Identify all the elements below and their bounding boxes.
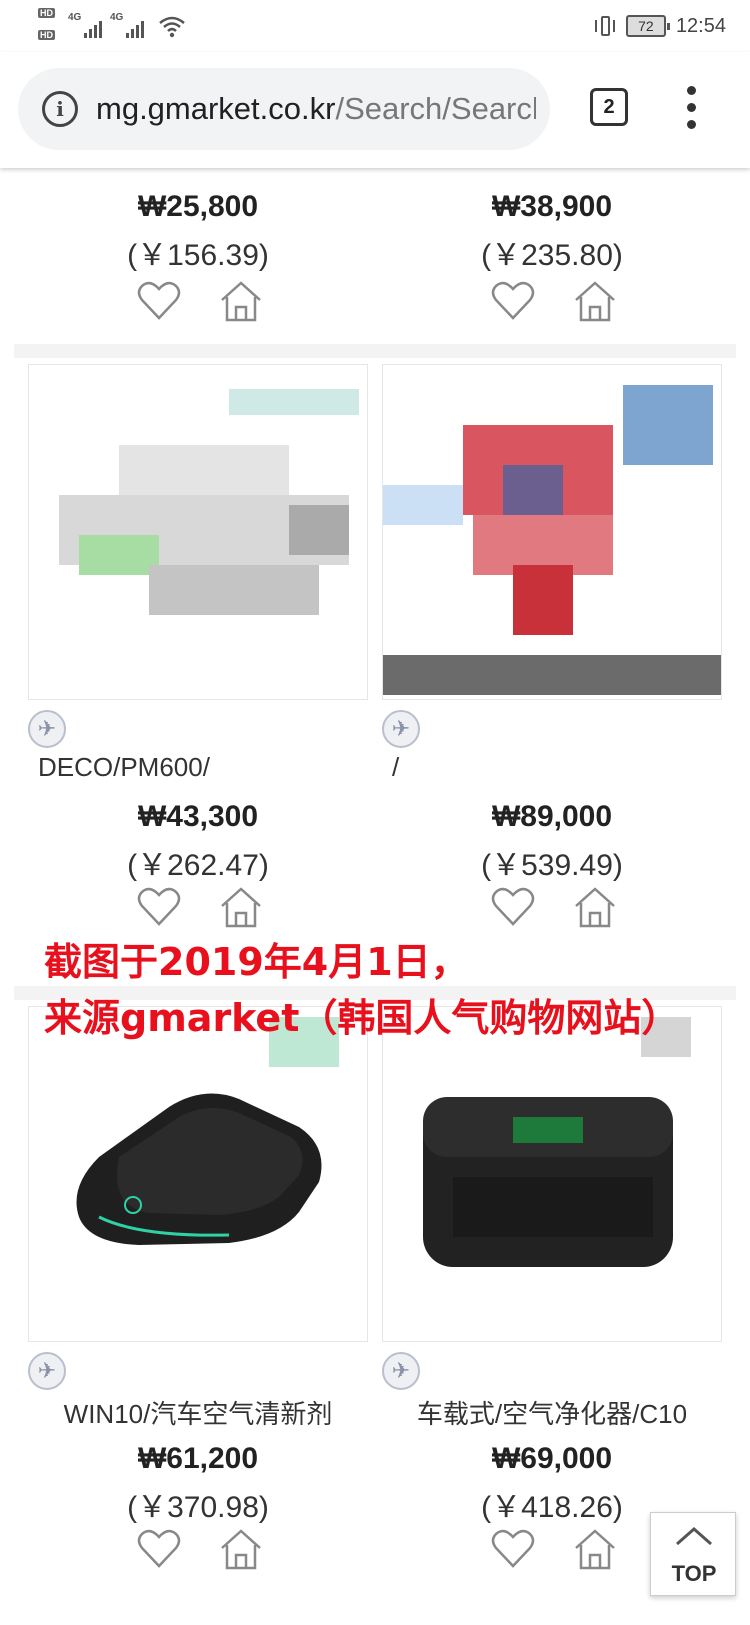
search-results: ₩25,800 (￥156.39) ₩38,900 (￥235.80) ✈ DE… [0,168,750,1625]
shop-icon[interactable] [218,1526,264,1572]
product-image[interactable] [28,1006,368,1342]
product-image[interactable] [28,364,368,700]
product-price-cny: (￥235.80) [481,239,623,272]
url-host: mg.gmarket.co.kr [96,91,336,126]
url-text[interactable]: mg.gmarket.co.kr/Search/Search [96,88,536,130]
product-title: WIN10/汽车空气清新剂 [63,1399,333,1429]
top-button-label: TOP [671,1561,717,1586]
product-price: ₩43,300 [137,800,259,833]
row-separator [14,344,736,358]
product-price-cny: (￥262.47) [127,849,269,882]
shop-icon[interactable] [218,884,264,930]
product-price: ₩38,900 [491,190,613,223]
product-price-cny: (￥370.98) [127,1491,269,1524]
heart-icon[interactable] [490,1526,536,1572]
overseas-shipping-icon: ✈ [28,710,66,748]
hd-1-icon: HD [38,8,55,18]
shop-icon[interactable] [572,884,618,930]
heart-icon[interactable] [490,884,536,930]
hd-2-icon: HD [38,30,55,40]
wifi-icon [159,16,185,38]
signal-bars-2-icon [126,18,148,38]
site-info-icon[interactable]: i [42,91,78,127]
overseas-shipping-icon: ✈ [382,1352,420,1390]
product-title: DECO/PM600/ [38,752,210,782]
url-path: /Search/Search [335,91,536,126]
signal-indicators: HD HD 4G 4G [38,8,188,48]
product-price: ₩61,200 [137,1442,259,1475]
tab-switcher-button[interactable]: 2 [590,88,628,126]
network-type-2: 4G [110,12,124,23]
product-price: ₩25,800 [137,190,259,223]
product-title: 车载式/空气净化器/C10 [416,1399,688,1429]
air-freshener-device-image [76,1093,322,1245]
shop-icon[interactable] [572,1526,618,1572]
product-price: ₩89,000 [491,800,613,833]
product-image[interactable] [382,364,722,700]
product-price-cny: (￥156.39) [127,239,269,272]
overseas-shipping-icon: ✈ [28,1352,66,1390]
caption-line-2: 来源gmarket（韩国人气购物网站） [44,996,680,1040]
status-right: 72 12:54 [594,10,726,42]
clock: 12:54 [675,14,726,37]
overflow-menu-icon[interactable] [682,84,702,132]
chevron-up-icon [676,1526,712,1546]
battery-indicator: 72 [625,15,670,37]
product-price-cny: (￥539.49) [481,849,623,882]
signal-bars-1-icon [84,18,106,38]
heart-icon[interactable] [136,278,182,324]
caption-line-1: 截图于2019年4月1日， [44,940,469,984]
overseas-shipping-icon: ✈ [382,710,420,748]
shop-icon[interactable] [572,278,618,324]
browser-toolbar: i mg.gmarket.co.kr/Search/Search 2 [0,52,750,168]
product-image[interactable] [382,1006,722,1342]
scroll-top-button[interactable]: TOP [650,1512,736,1596]
product-title: / [392,752,400,782]
vibrate-icon [594,14,616,38]
heart-icon[interactable] [136,1526,182,1572]
network-type-1: 4G [68,12,82,23]
car-air-purifier-image [423,1097,673,1267]
shop-icon[interactable] [218,278,264,324]
heart-icon[interactable] [136,884,182,930]
heart-icon[interactable] [490,278,536,324]
product-price: ₩69,000 [491,1442,613,1475]
status-bar: HD HD 4G 4G 72 12:54 [0,0,750,52]
address-bar[interactable]: i mg.gmarket.co.kr/Search/Search [18,68,550,150]
